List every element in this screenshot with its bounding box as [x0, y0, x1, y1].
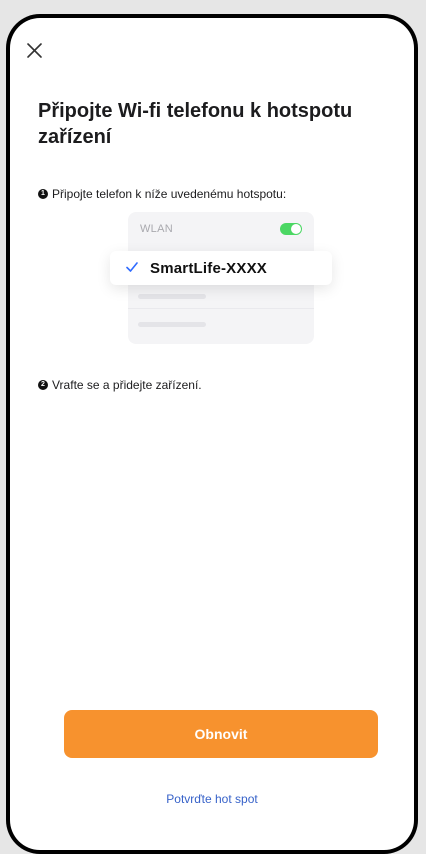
wlan-label: WLAN	[140, 223, 173, 235]
confirm-hotspot-link[interactable]: Potvrďte hot spot	[10, 792, 414, 806]
divider	[128, 308, 314, 309]
step-text: Připojte telefon k níže uvedenému hotspo…	[52, 187, 287, 201]
step-number-badge: 2	[38, 380, 48, 390]
step-1: 1 Připojte telefon k níže uvedenému hots…	[38, 187, 286, 201]
placeholder-line	[138, 294, 206, 299]
network-row: SmartLife-XXXX	[110, 251, 332, 285]
network-name: SmartLife-XXXX	[150, 259, 267, 277]
refresh-button[interactable]: Obnovit	[64, 710, 378, 758]
step-number-badge: 1	[38, 189, 48, 199]
close-button[interactable]	[22, 38, 48, 64]
wlan-header: WLAN	[140, 218, 302, 240]
phone-frame: Připojte Wi-fi telefonu k hotspotu zaříz…	[6, 14, 418, 854]
placeholder-line	[138, 322, 206, 327]
close-icon	[27, 43, 42, 58]
step-text: Vrafte se a přidejte zařízení.	[52, 378, 202, 392]
step-2: 2 Vrafte se a přidejte zařízení.	[38, 378, 202, 392]
screen: Připojte Wi-fi telefonu k hotspotu zaříz…	[10, 18, 414, 850]
check-icon	[125, 260, 139, 277]
wlan-toggle-illustration	[280, 223, 302, 235]
page-title: Připojte Wi-fi telefonu k hotspotu zaříz…	[38, 100, 353, 148]
